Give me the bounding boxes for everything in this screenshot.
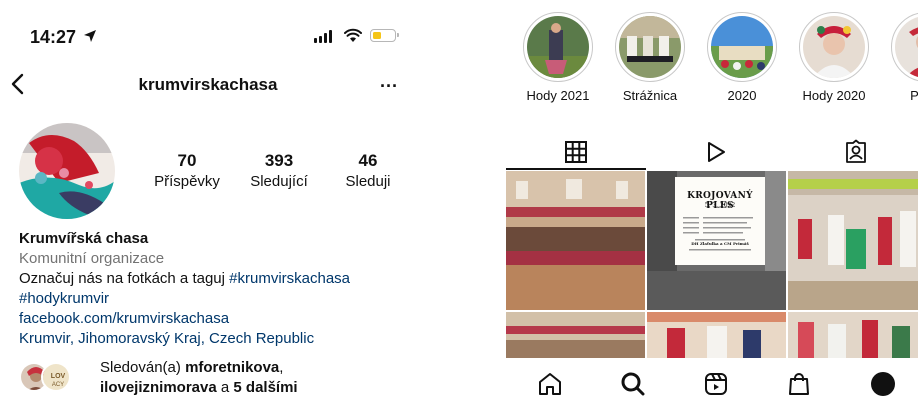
stat-following-label: Sleduji	[345, 173, 391, 190]
highlight-2020[interactable]: 2020	[704, 12, 780, 103]
highlight-label: 2020	[727, 88, 757, 103]
highlight-hody-2021[interactable]: Hody 2021	[520, 12, 596, 103]
profile-category: Komunitní organizace	[19, 250, 165, 267]
profile-avatar[interactable]	[869, 370, 897, 398]
profile-display-name: Krumvířská chasa	[19, 230, 149, 247]
poster-band: DH Zlaťulka a CM Primáš	[691, 241, 749, 246]
highlight-straznica[interactable]: Strážnica	[612, 12, 688, 103]
highlight-label: Hody 2020	[802, 88, 866, 103]
highlight-plesy[interactable]: Plesy	[888, 12, 918, 103]
wifi-icon	[344, 28, 362, 42]
highlight-label: Plesy	[910, 88, 918, 103]
highlight-label: Hody 2021	[526, 88, 590, 103]
shop-icon[interactable]	[785, 370, 813, 398]
post-thumbnail-4[interactable]	[506, 312, 645, 358]
profile-content-panel: Hody 2021 Strážnica 2020 Hody 2020 Plesy	[506, 0, 918, 401]
post-thumbnail-2[interactable]: KROJOVANÝ PLES 5. 3. 2022 DH Zlaťulka a …	[647, 171, 786, 310]
tab-reels[interactable]	[646, 132, 786, 172]
cellular-signal-icon	[314, 30, 332, 43]
followed-by-user-1[interactable]: mforetnikova	[185, 359, 279, 376]
profile-header-panel: 14:27 krumvirskachasa ··· 70 Příspěvky 3…	[0, 0, 416, 401]
highlight-hody-2020[interactable]: Hody 2020	[796, 12, 872, 103]
followed-by-user-2[interactable]: ilovejiznimorava	[100, 379, 217, 396]
profile-bio: Krumvířská chasa Komunitní organizace Oz…	[19, 229, 409, 349]
stat-following[interactable]: 46 Sleduji	[336, 151, 400, 190]
followed-by-others[interactable]: 5 dalšími	[233, 379, 297, 396]
highlight-label: Strážnica	[622, 88, 678, 103]
stat-followers-count: 393	[264, 151, 294, 170]
post-thumbnail-6[interactable]	[788, 312, 918, 358]
profile-username: krumvirskachasa	[138, 75, 278, 94]
more-options-icon[interactable]: ···	[380, 76, 398, 97]
svg-text:LOV: LOV	[51, 373, 66, 380]
tagged-person-icon	[846, 139, 866, 163]
post-thumbnail-3[interactable]	[788, 171, 918, 310]
stat-posts-label: Příspěvky	[154, 173, 220, 190]
bio-line: Označuj nás na fotkách a taguj #krumvirs…	[19, 269, 409, 289]
tab-tagged[interactable]	[786, 132, 918, 172]
followed-by-conjunction: a	[220, 379, 230, 396]
event-poster: KROJOVANÝ PLES 5. 3. 2022 DH Zlaťulka a …	[675, 177, 765, 265]
profile-avatar[interactable]	[19, 123, 115, 219]
followed-by-prefix: Sledován(a)	[100, 359, 181, 376]
post-thumbnail-5[interactable]	[647, 312, 786, 358]
stat-followers[interactable]: 393 Sledující	[241, 151, 317, 190]
stat-following-count: 46	[358, 151, 378, 170]
followed-by-separator: ,	[279, 359, 284, 376]
bio-hashtag-hodykrumvir[interactable]: #hodykrumvir	[19, 289, 409, 309]
location-arrow-icon	[84, 30, 96, 42]
active-tab-indicator	[506, 168, 646, 170]
bio-hashtag-krumvirskachasa[interactable]: #krumvirskachasa	[229, 270, 350, 287]
stat-posts[interactable]: 70 Příspěvky	[150, 151, 224, 190]
battery-icon	[370, 29, 399, 42]
bio-external-link[interactable]: facebook.com/krumvirskachasa	[19, 309, 409, 329]
home-icon[interactable]	[536, 370, 564, 398]
stat-posts-count: 70	[177, 151, 197, 170]
reels-icon[interactable]	[702, 370, 730, 398]
stat-followers-label: Sledující	[250, 173, 308, 190]
follower-avatar-2: LOV ACY	[41, 362, 71, 392]
tab-grid[interactable]	[506, 132, 646, 172]
grid-icon	[565, 141, 587, 163]
status-time: 14:27	[30, 27, 77, 47]
play-icon	[708, 142, 725, 162]
post-thumbnail-1[interactable]	[506, 171, 645, 310]
followed-by-text: Sledován(a) mforetnikova, ilovejiznimora…	[100, 358, 420, 398]
bio-location[interactable]: Krumvir, Jihomoravský Kraj, Czech Republ…	[19, 329, 409, 349]
bio-text: Označuj nás na fotkách a taguj	[19, 270, 225, 287]
search-icon[interactable]	[619, 370, 647, 398]
svg-text:ACY: ACY	[52, 382, 64, 388]
